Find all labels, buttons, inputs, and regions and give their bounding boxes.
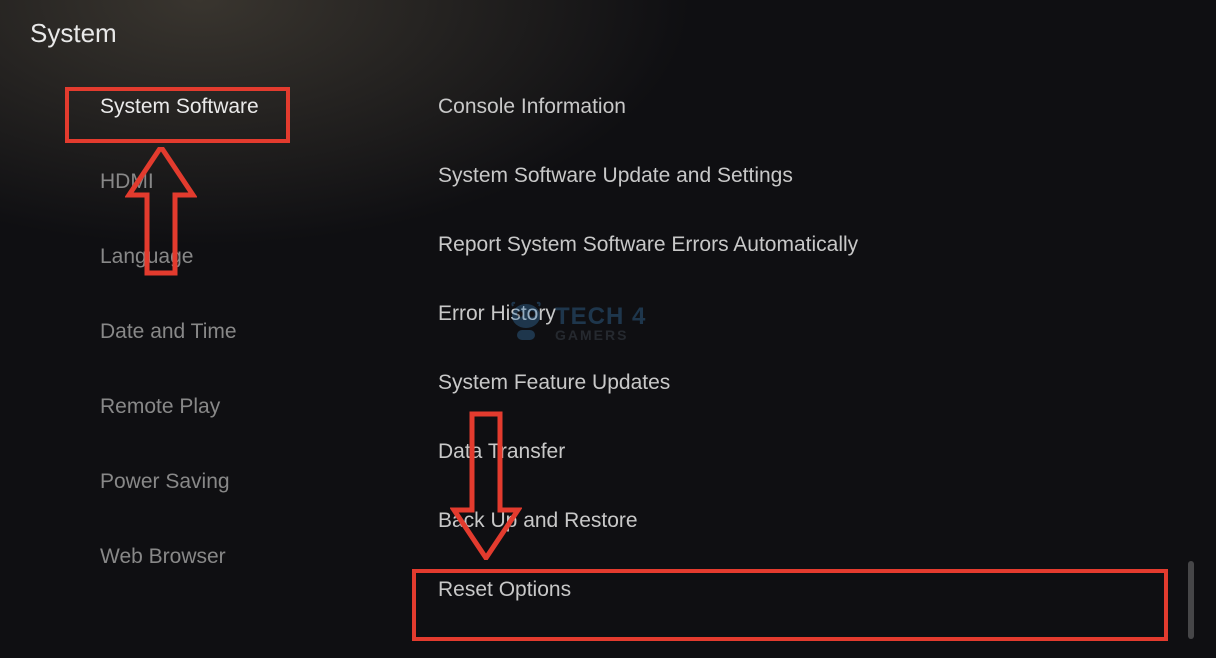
sidebar-item-date-and-time[interactable]: Date and Time [100, 320, 259, 344]
sidebar-item-remote-play[interactable]: Remote Play [100, 395, 259, 419]
sidebar: System Software HDMI Language Date and T… [100, 95, 259, 569]
main-list: Console Information System Software Upda… [438, 95, 858, 602]
scrollbar[interactable] [1188, 561, 1194, 639]
sidebar-item-power-saving[interactable]: Power Saving [100, 470, 259, 494]
main-item-data-transfer[interactable]: Data Transfer [438, 440, 858, 464]
main-item-reset-options[interactable]: Reset Options [438, 578, 858, 602]
main-item-system-feature-updates[interactable]: System Feature Updates [438, 371, 858, 395]
main-item-back-up-restore[interactable]: Back Up and Restore [438, 509, 858, 533]
page-title: System [30, 18, 117, 49]
main-item-report-errors[interactable]: Report System Software Errors Automatica… [438, 233, 858, 257]
main-item-system-software-update[interactable]: System Software Update and Settings [438, 164, 858, 188]
main-item-error-history[interactable]: Error History [438, 302, 858, 326]
sidebar-item-web-browser[interactable]: Web Browser [100, 545, 259, 569]
sidebar-item-language[interactable]: Language [100, 245, 259, 269]
sidebar-item-system-software[interactable]: System Software [100, 95, 259, 119]
main-item-console-information[interactable]: Console Information [438, 95, 858, 119]
sidebar-item-hdmi[interactable]: HDMI [100, 170, 259, 194]
